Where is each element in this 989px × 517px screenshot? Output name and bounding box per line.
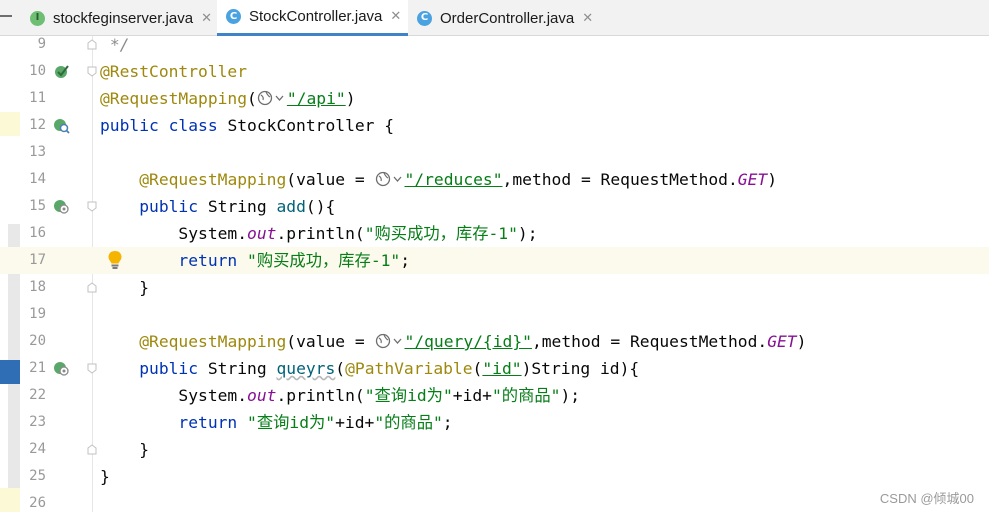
watermark: CSDN @倾城00 [879, 491, 974, 506]
menu-icon[interactable] [0, 15, 12, 17]
line-number: 18 [29, 279, 46, 295]
fold-icon[interactable] [87, 363, 97, 374]
close-icon[interactable]: ✕ [390, 9, 401, 24]
line-number: 26 [29, 495, 46, 511]
code-line: 18 } [0, 274, 989, 301]
code-text: @RequestMapping(value = "/reduces",metho… [139, 170, 778, 189]
code-line: 11 @RequestMapping("/api") [0, 85, 989, 112]
code-line: 16 System.out.println("购买成功，库存-1"); [0, 220, 989, 247]
line-number: 22 [29, 387, 46, 403]
code-text: @RestController [100, 62, 248, 81]
code-text: } [139, 278, 150, 297]
class-icon: C [417, 10, 432, 26]
line-number: 16 [29, 225, 46, 241]
code-line: 22 System.out.println("查询id为"+id+"的商品"); [0, 382, 989, 409]
code-text: System.out.println("查询id为"+id+"的商品"); [178, 386, 581, 405]
code-text: return "查询id为"+id+"的商品"; [178, 413, 453, 432]
fold-icon[interactable] [87, 444, 97, 455]
url-globe-icon[interactable] [375, 333, 405, 349]
code-text: public String add(){ [139, 197, 336, 216]
code-text: public class StockController { [100, 116, 395, 135]
line-number: 15 [29, 198, 46, 214]
code-editor[interactable]: 9 */ 10 @RestController 11 @RequestMappi… [0, 35, 989, 512]
fold-icon[interactable] [87, 39, 97, 50]
tab-label: OrderController.java [440, 9, 575, 27]
line-number: 17 [29, 252, 46, 268]
endpoint-icon[interactable] [53, 360, 70, 377]
line-number: 10 [29, 63, 46, 79]
code-line: 15 public String add(){ [0, 193, 989, 220]
code-line: 24 } [0, 436, 989, 463]
line-number: 25 [29, 468, 46, 484]
code-text: } [100, 467, 110, 486]
line-number: 13 [29, 144, 46, 160]
line-number: 23 [29, 414, 46, 430]
code-text: @RequestMapping("/api") [100, 89, 356, 108]
tab-label: stockfeginserver.java [53, 9, 194, 27]
line-number: 12 [29, 117, 46, 133]
url-globe-icon[interactable] [257, 90, 287, 106]
line-number: 14 [29, 171, 46, 187]
line-number: 11 [29, 90, 46, 106]
fold-icon[interactable] [87, 201, 97, 212]
code-text: return "购买成功，库存-1"; [178, 251, 411, 270]
code-line: 13 [0, 139, 989, 166]
code-line: 14 @RequestMapping(value = "/reduces",me… [0, 166, 989, 193]
code-text: @RequestMapping(value = "/query/{id}",me… [139, 332, 807, 351]
line-number: 9 [37, 36, 46, 52]
fold-icon[interactable] [87, 66, 97, 77]
line-number: 24 [29, 441, 46, 457]
line-number: 21 [29, 360, 46, 376]
bean-search-icon[interactable] [53, 117, 70, 134]
code-line-current: 17 return "购买成功，库存-1"; [0, 247, 989, 274]
code-line: 26 [0, 490, 989, 512]
close-icon[interactable]: ✕ [201, 11, 212, 26]
code-line: 12 public class StockController { [0, 112, 989, 139]
url-globe-icon[interactable] [375, 171, 405, 187]
interface-icon: I [30, 10, 45, 26]
line-number: 19 [29, 306, 46, 322]
endpoint-icon[interactable] [53, 198, 70, 215]
code-line: 9 */ [0, 31, 989, 58]
bean-check-icon[interactable] [53, 63, 70, 80]
fold-icon[interactable] [87, 282, 97, 293]
code-line: 21 public String queyrs(@PathVariable("i… [0, 355, 989, 382]
code-line: 23 return "查询id为"+id+"的商品"; [0, 409, 989, 436]
code-line: 19 [0, 301, 989, 328]
line-number: 20 [29, 333, 46, 349]
code-line: 25 } [0, 463, 989, 490]
code-text: */ [109, 35, 130, 54]
code-text: } [139, 440, 150, 459]
close-icon[interactable]: ✕ [582, 11, 593, 26]
code-text: System.out.println("购买成功，库存-1"); [178, 224, 538, 243]
tab-label: StockController.java [249, 8, 383, 25]
code-line: 20 @RequestMapping(value = "/query/{id}"… [0, 328, 989, 355]
code-line: 10 @RestController [0, 58, 989, 85]
code-text: public String queyrs(@PathVariable("id")… [139, 359, 640, 378]
class-icon: C [226, 9, 241, 24]
